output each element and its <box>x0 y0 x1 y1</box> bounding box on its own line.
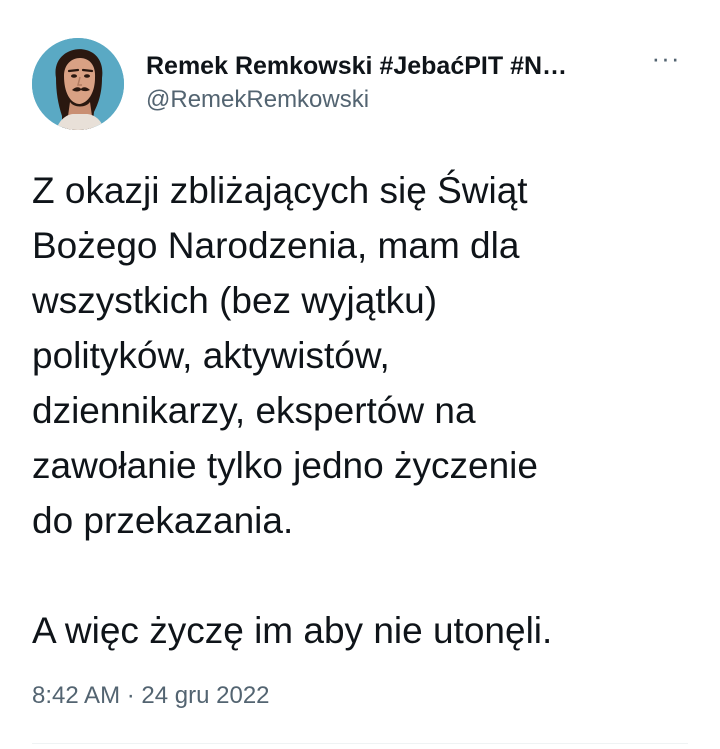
author-display-name[interactable]: Remek Remkowski #JebaćPIT #N… <box>146 50 611 82</box>
tweet-paragraph: A więc życzę im aby nie utonęli. <box>32 610 553 651</box>
author-info: Remek Remkowski #JebaćPIT #N… @RemekRemk… <box>146 50 626 116</box>
avatar[interactable] <box>32 38 124 130</box>
tweet-date[interactable]: 24 gru 2022 <box>141 682 269 709</box>
meta-separator: · <box>126 682 135 709</box>
tweet-paragraph: Z okazji zbliżających się Świąt Bożego N… <box>32 170 538 541</box>
divider <box>32 743 688 744</box>
tweet-timestamp: 8:42 AM · 24 gru 2022 <box>32 680 270 712</box>
profile-photo-icon <box>32 38 124 130</box>
more-options-icon[interactable]: ··· <box>644 45 688 78</box>
tweet-time[interactable]: 8:42 AM <box>32 682 120 709</box>
author-handle[interactable]: @RemekRemkowski <box>146 84 626 116</box>
tweet: Remek Remkowski #JebaćPIT #N… @RemekRemk… <box>0 0 720 749</box>
tweet-header: Remek Remkowski #JebaćPIT #N… @RemekRemk… <box>32 38 688 134</box>
tweet-text: Z okazji zbliżających się Świąt Bożego N… <box>32 163 692 658</box>
